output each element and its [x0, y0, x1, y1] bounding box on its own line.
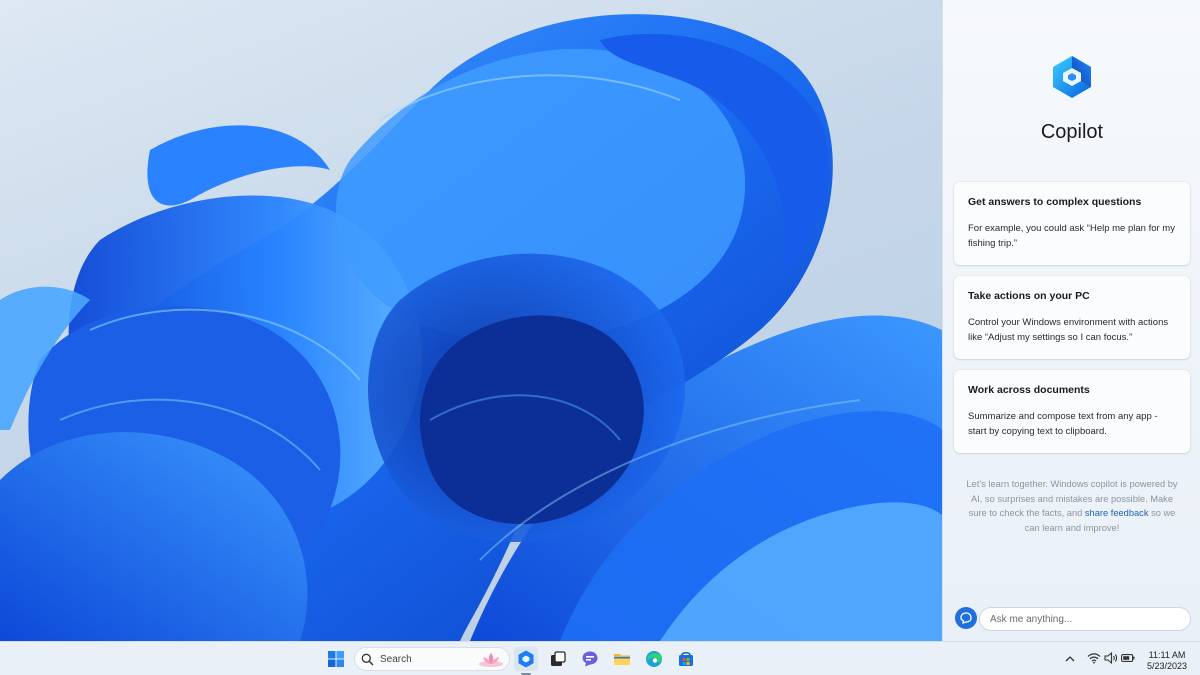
clock-date[interactable]: 5/23/2023: [1140, 661, 1194, 671]
store-icon[interactable]: [674, 647, 698, 671]
card-title: Work across documents: [968, 384, 1090, 396]
windows-start-icon[interactable]: [324, 647, 348, 671]
task-view-icon[interactable]: [546, 647, 570, 671]
desktop-wallpaper: [0, 0, 942, 641]
volume-icon[interactable]: [1104, 652, 1118, 664]
search-label: Search: [380, 654, 412, 665]
card-body: For example, you could ask “Help me plan…: [968, 223, 1175, 249]
prompt-card-work-across-documents[interactable]: Work across documents Summarize and comp…: [954, 370, 1190, 453]
battery-icon[interactable]: [1121, 653, 1135, 663]
card-title: Get answers to complex questions: [968, 196, 1142, 208]
copilot-pane: Copilot Get answers to complex questions…: [942, 0, 1200, 641]
copilot-title: Copilot: [1040, 121, 1104, 143]
prompt-card-complex-questions[interactable]: Get answers to complex questions For exa…: [954, 182, 1190, 265]
prompt-card-actions-on-pc[interactable]: Take actions on your PC Control your Win…: [954, 276, 1190, 359]
ai-disclaimer: Let’s learn together. Windows copilot is…: [963, 477, 1181, 535]
file-explorer-icon[interactable]: [610, 647, 634, 671]
copilot-taskbar-icon[interactable]: [514, 647, 538, 675]
new-topic-button[interactable]: [955, 607, 977, 629]
chevron-up-icon[interactable]: [1064, 654, 1076, 664]
teams-chat-icon[interactable]: [578, 647, 602, 671]
bloom-wallpaper-art: [0, 14, 942, 641]
share-feedback-link[interactable]: share feedback: [1085, 508, 1149, 518]
ask-anything-input[interactable]: [979, 607, 1191, 631]
taskbar: Search 11:11 AM 5/23/2023: [0, 641, 1200, 675]
wifi-icon[interactable]: [1087, 652, 1101, 664]
taskbar-search-box[interactable]: Search: [354, 647, 510, 671]
clock-time[interactable]: 11:11 AM: [1140, 650, 1194, 660]
card-title: Take actions on your PC: [968, 290, 1090, 302]
search-icon: [361, 653, 374, 666]
card-body: Control your Windows environment with ac…: [968, 317, 1169, 343]
chat-bubble-icon: [960, 612, 972, 624]
copilot-logo-icon: [1048, 53, 1096, 101]
card-body: Summarize and compose text from any app …: [968, 411, 1158, 437]
edge-icon[interactable]: [642, 647, 666, 671]
search-highlight-lotus-icon: [479, 653, 503, 667]
